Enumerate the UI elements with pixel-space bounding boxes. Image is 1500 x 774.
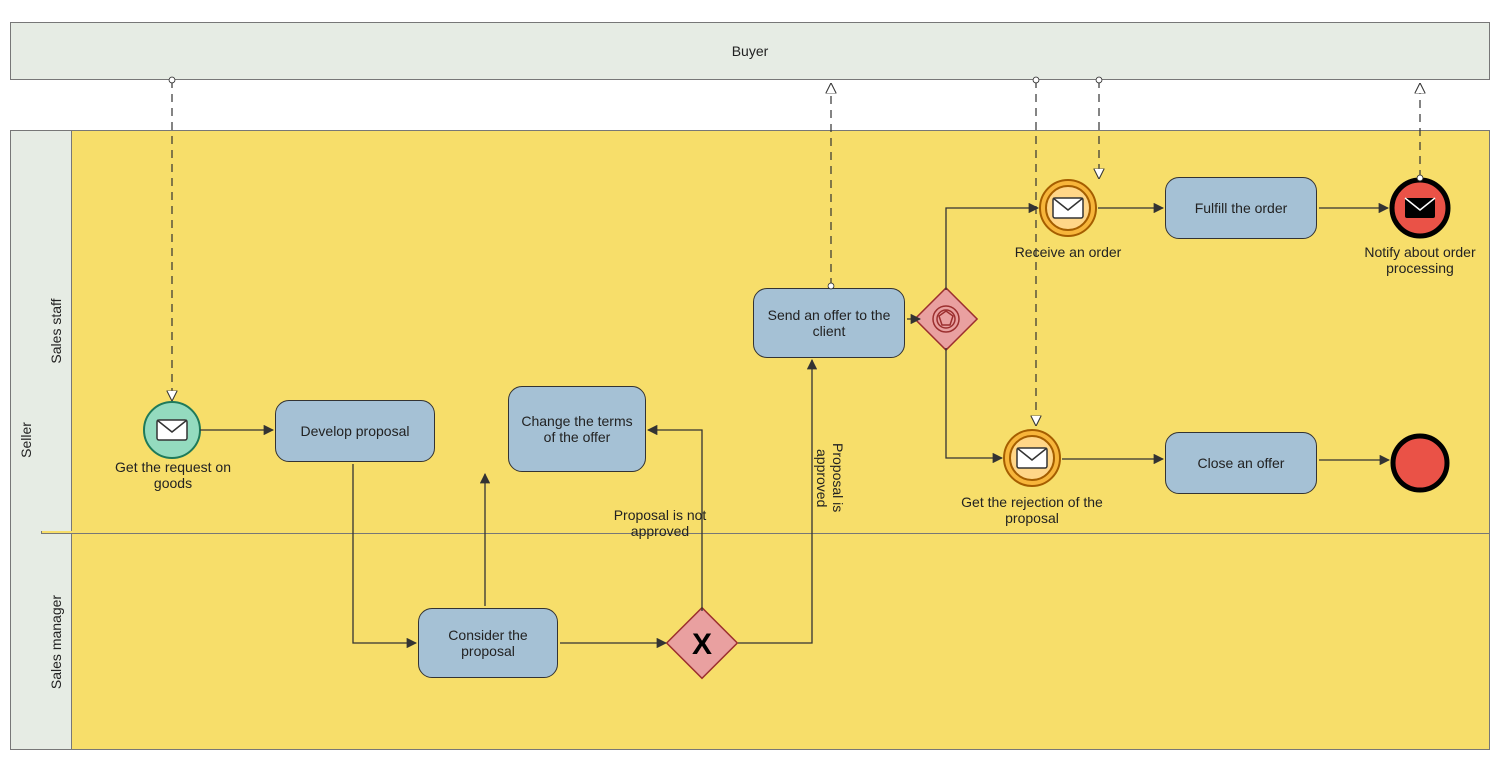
task-close-offer: Close an offer	[1165, 432, 1317, 494]
task-fulfill-order: Fulfill the order	[1165, 177, 1317, 239]
lane-sales-staff-header: Sales staff	[41, 131, 72, 531]
pool-seller-header: Seller	[11, 131, 42, 749]
lane-sales-manager-header: Sales manager	[41, 534, 72, 749]
bpmn-diagram: Buyer Seller Sales staff Sales manager D…	[0, 0, 1500, 774]
lane-sales-manager: Sales manager	[41, 533, 1489, 749]
task-consider-proposal: Consider the proposal	[418, 608, 558, 678]
pool-buyer-label: Buyer	[11, 43, 1489, 59]
task-develop-proposal: Develop proposal	[275, 400, 435, 462]
label-receive-order: Receive an order	[1013, 244, 1123, 260]
label-approved: Proposal is approved	[826, 413, 846, 543]
task-send-offer: Send an offer to the client	[753, 288, 905, 358]
label-get-rejection: Get the rejection of the proposal	[944, 494, 1120, 526]
pool-buyer: Buyer	[10, 22, 1490, 80]
task-change-terms: Change the terms of the offer	[508, 386, 646, 472]
label-notify: Notify about order processing	[1350, 244, 1490, 276]
label-get-request: Get the request on goods	[98, 459, 248, 491]
label-not-approved: Proposal is not approved	[590, 507, 730, 539]
